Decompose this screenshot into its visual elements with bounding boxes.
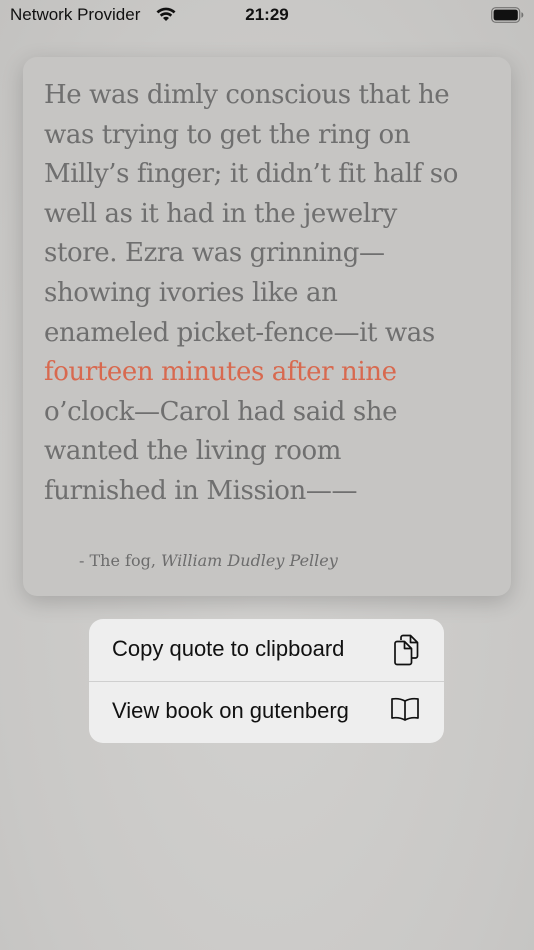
- quote-line: well as it had in the jewelry: [44, 198, 397, 229]
- quote-line: o’clock—Carol had said she: [44, 396, 398, 427]
- copy-icon: [392, 634, 420, 671]
- quote-line: wanted the living room: [44, 436, 341, 467]
- quote-line: enameled picket-fence—it was: [44, 317, 435, 348]
- book-title: - The fog,: [79, 551, 161, 570]
- author-name: William Dudley Pelley: [161, 551, 338, 570]
- quote-text: He was dimly conscious that he was tryin…: [44, 76, 500, 512]
- quote-line: He was dimly conscious that he: [44, 80, 450, 110]
- battery-icon: [491, 7, 524, 28]
- quote-line: Milly’s finger; it didn’t fit half so: [44, 159, 458, 190]
- quote-card: He was dimly conscious that he was tryin…: [23, 57, 511, 596]
- status-time: 21:29: [245, 5, 289, 24]
- quote-line: furnished in Mission——: [44, 475, 358, 506]
- quote-attribution: - The fog, William Dudley Pelley: [79, 551, 338, 570]
- context-menu: Copy quote to clipboard View book on gut…: [89, 619, 444, 743]
- menu-item-label: Copy quote to clipboard: [112, 636, 345, 661]
- quote-line: showing ivories like an: [44, 277, 338, 308]
- book-icon: [390, 696, 420, 727]
- copy-quote-menu-item[interactable]: Copy quote to clipboard: [89, 619, 444, 682]
- status-bar: Network Provider 21:29: [0, 0, 534, 32]
- view-book-menu-item[interactable]: View book on gutenberg: [89, 681, 444, 743]
- quote-line: store. Ezra was grinning—: [44, 238, 385, 269]
- quote-highlight: fourteen minutes after nine: [44, 357, 397, 388]
- quote-line: was trying to get the ring on: [44, 119, 411, 150]
- menu-item-label: View book on gutenberg: [112, 698, 349, 723]
